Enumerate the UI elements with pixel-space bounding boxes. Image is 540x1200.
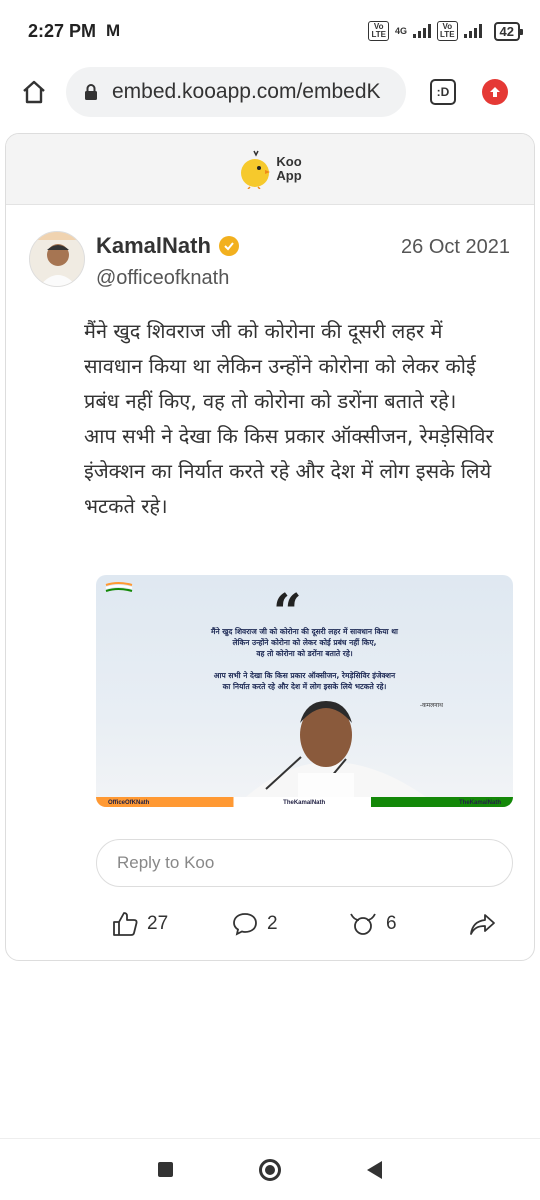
footer-instagram: TheKamalNath (458, 800, 501, 806)
koo-embed-card: Koo App KamalNath @officeofknath 26 Oct … (5, 133, 535, 961)
reply-input[interactable]: Reply to Koo (96, 839, 513, 887)
author-row: KamalNath @officeofknath 26 Oct 2021 (6, 205, 534, 300)
avatar[interactable] (29, 231, 85, 287)
image-text-line-4: आप सभी ने देखा कि किस प्रकार ऑक्सीजन, रे… (213, 671, 396, 680)
author-name-text: KamalNath (96, 233, 211, 258)
home-icon[interactable] (18, 76, 50, 108)
url-text: embed.kooapp.com/embedK (112, 80, 381, 103)
status-time: 2:27 PM (28, 20, 97, 41)
comment-icon (233, 913, 257, 936)
home-dot-icon (265, 1164, 275, 1175)
update-icon[interactable] (482, 79, 508, 105)
rekoo-button[interactable]: 6 (348, 910, 397, 938)
image-footer: OfficeOfKNath TheKamalNath TheKamalNath (96, 800, 513, 806)
author-name[interactable]: KamalNath (96, 233, 239, 259)
like-count: 27 (147, 913, 169, 934)
browser-toolbar: embed.kooapp.com/embedK :D (0, 62, 540, 122)
carrier-icon: M (106, 21, 121, 40)
url-field[interactable]: embed.kooapp.com/embedK (66, 67, 406, 117)
action-bar: 27 2 6 (6, 904, 534, 944)
signal-icon-2 (463, 24, 482, 38)
tab-switcher-button[interactable]: :D (430, 79, 456, 105)
koo-logo-line2: App (276, 168, 302, 183)
verified-badge-icon (218, 236, 239, 256)
koo-header: Koo App (6, 134, 534, 205)
signal-icon (413, 24, 432, 38)
post-text: मैंने खुद शिवराज जी को कोरोना की दूसरी ल… (84, 319, 494, 518)
volte-icon-2: Vo LTE (437, 21, 458, 41)
koo-logo[interactable]: Koo App (238, 149, 302, 189)
koo-bird-icon (241, 150, 271, 189)
post-image[interactable]: “ मैंने खुद शिवराज जी को कोरोना की दूसरी… (96, 575, 513, 807)
share-button[interactable] (468, 910, 496, 938)
volte-icon: Vo LTE (368, 21, 389, 41)
koo-logo-line1: Koo (276, 154, 302, 169)
status-indicators: Vo LTE 4G Vo LTE 42 (368, 21, 524, 41)
image-text-line-1: मैंने खुद शिवराज जी को कोरोना की दूसरी ल… (211, 627, 398, 636)
rekoo-count: 6 (386, 913, 397, 934)
android-nav-bar (0, 1138, 540, 1200)
post-date: 26 Oct 2021 (401, 236, 510, 258)
congress-logo-icon (105, 582, 133, 592)
image-text-line-2: लेकिन उन्होंने कोरोना को लेकर कोई प्रबंध… (232, 638, 377, 647)
recent-apps-button[interactable] (158, 1162, 173, 1177)
footer-facebook: TheKamalNath (283, 800, 326, 806)
share-icon (470, 914, 495, 935)
rekoo-icon (350, 913, 376, 935)
back-button[interactable] (367, 1160, 382, 1179)
network-type: 4G (395, 26, 408, 36)
footer-twitter: OfficeOfKNath (108, 800, 150, 806)
portrait-image (246, 701, 426, 797)
like-button[interactable]: 27 (111, 910, 168, 938)
comment-button[interactable]: 2 (231, 910, 278, 938)
image-text-line-3: वह तो कोरोना को डरोंना बताते रहे। (256, 649, 353, 658)
lock-icon (85, 84, 97, 100)
comment-count: 2 (267, 913, 278, 934)
author-handle[interactable]: @officeofknath (96, 267, 229, 290)
thumbs-up-icon (113, 912, 138, 936)
status-bar: 2:27 PM M Vo LTE 4G Vo LTE 42 (0, 0, 540, 62)
home-button[interactable] (259, 1158, 281, 1181)
battery-icon: 42 (493, 21, 524, 41)
